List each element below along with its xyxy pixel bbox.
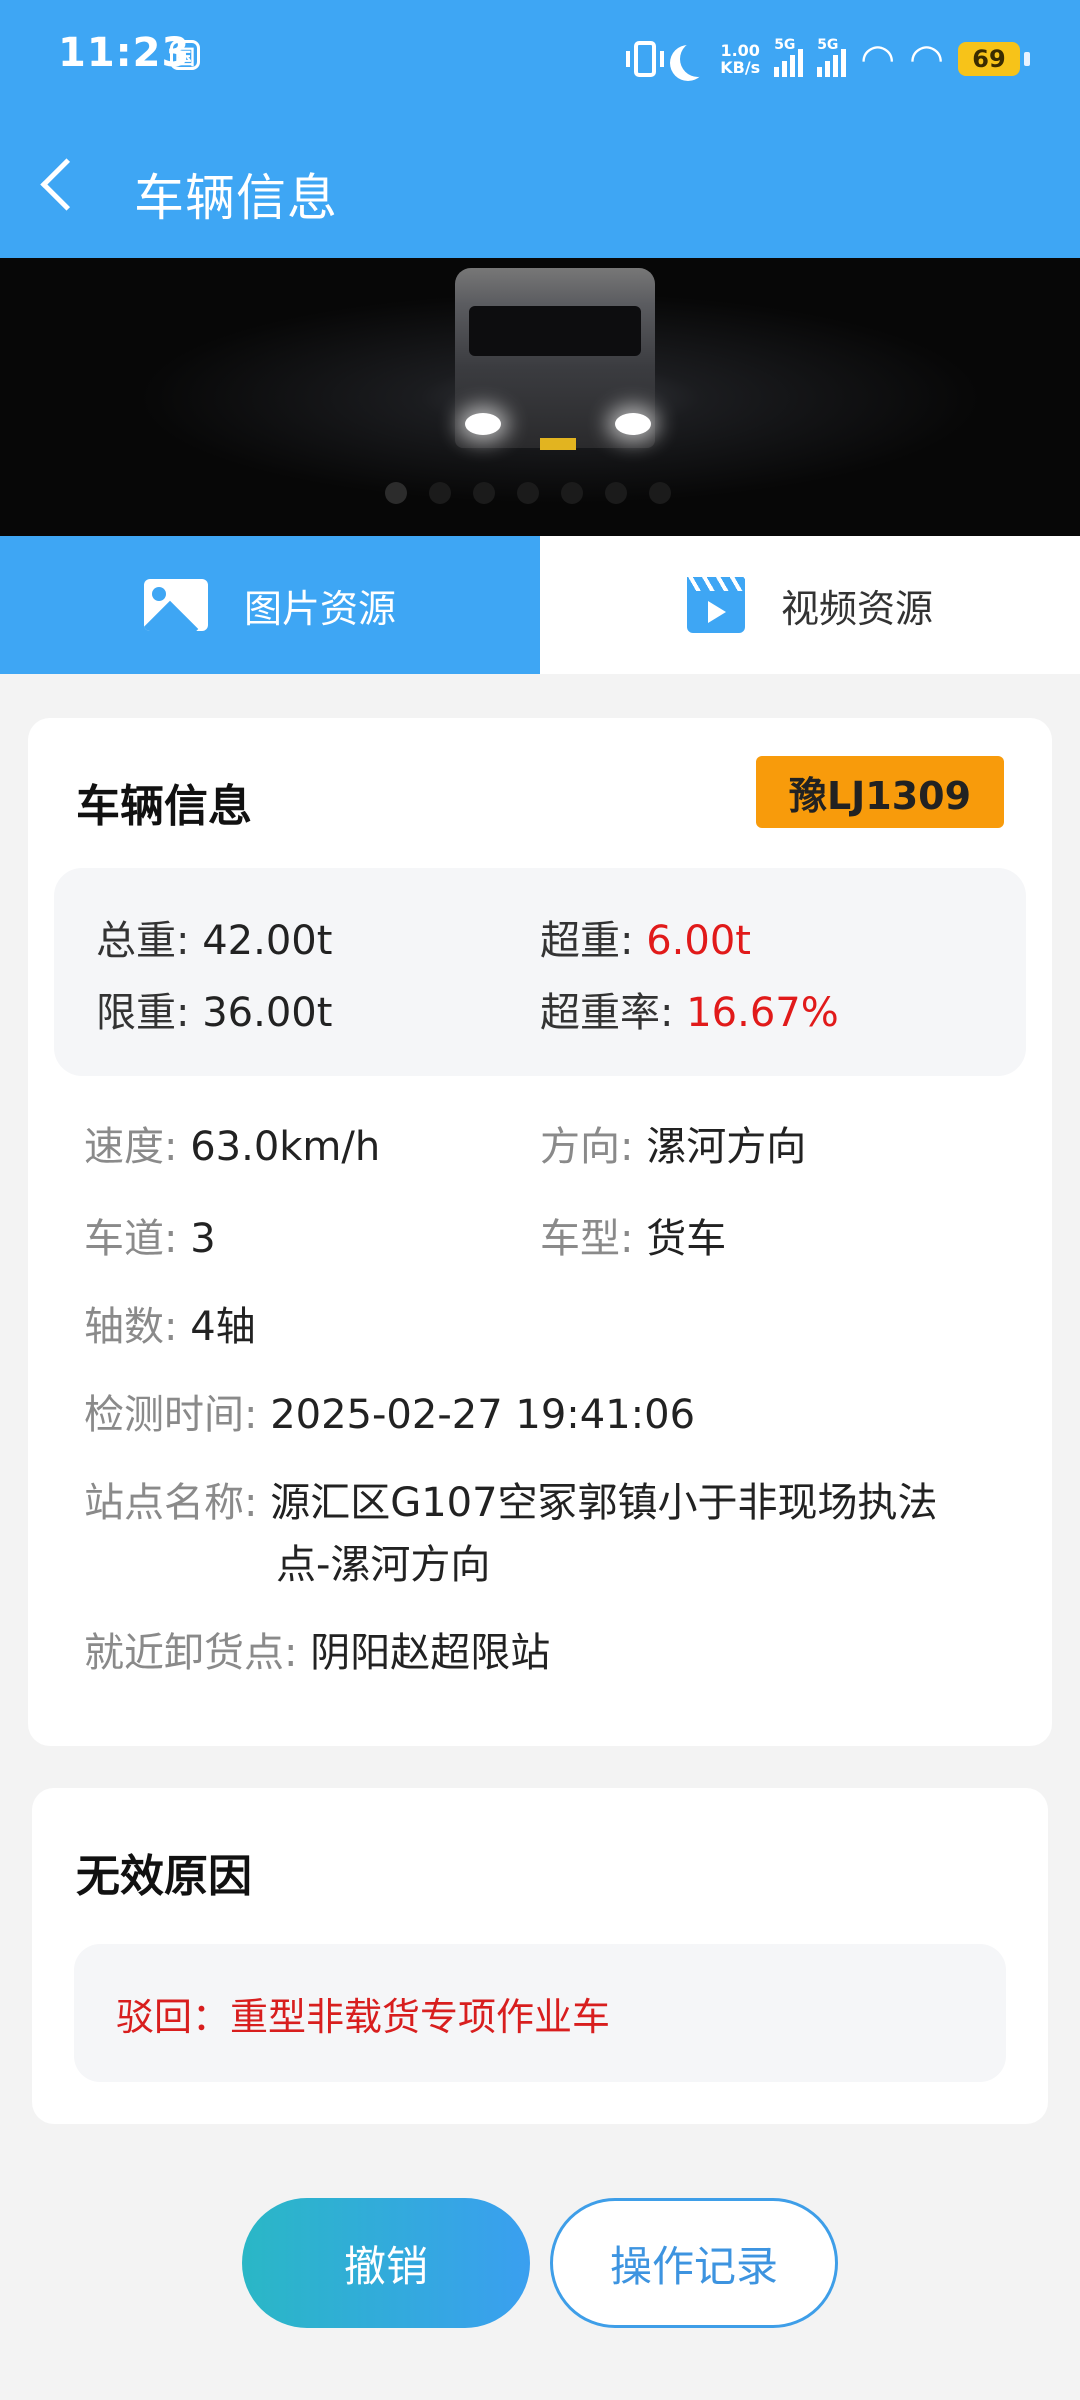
- vehicle-type: 车型: 货车: [540, 1216, 727, 1262]
- carousel-dot[interactable]: [561, 482, 583, 504]
- signal-label: 5G: [774, 37, 796, 53]
- video-icon: [686, 577, 745, 633]
- signal-label: 5G: [817, 37, 839, 53]
- headlight: [615, 413, 651, 435]
- headlight: [465, 413, 501, 435]
- carousel-dot[interactable]: [429, 482, 451, 504]
- tab-images[interactable]: 图片资源: [0, 536, 540, 674]
- axle-count: 轴数: 4轴: [84, 1304, 256, 1350]
- do-not-disturb-icon: [680, 41, 716, 77]
- nearest-unload-point: 就近卸货点: 阴阳赵超限站: [84, 1630, 551, 1676]
- vehicle-photo-carousel[interactable]: [0, 258, 1080, 536]
- carousel-dot[interactable]: [649, 482, 671, 504]
- carousel-dot[interactable]: [473, 482, 495, 504]
- detection-time: 检测时间: 2025-02-27 19:41:06: [84, 1392, 696, 1438]
- lane: 车道: 3: [84, 1216, 216, 1262]
- section-title: 车辆信息: [76, 781, 252, 832]
- invalid-reason-card: 无效原因 驳回：重型非载货专项作业车: [32, 1788, 1048, 2124]
- image-icon: [143, 579, 208, 631]
- network-speed: 1.00 KB/s: [720, 42, 760, 76]
- vibrate-icon: [626, 41, 665, 77]
- section-title: 无效原因: [76, 1851, 252, 1902]
- signal-icon: 5G: [817, 37, 847, 77]
- weight-summary: 总重: 42.00t 超重: 6.00t 限重: 36.00t 超重率: 16.…: [54, 868, 1026, 1076]
- tab-videos[interactable]: 视频资源: [540, 536, 1080, 674]
- page-title: 车辆信息: [134, 169, 338, 227]
- operation-log-button[interactable]: 操作记录: [550, 2198, 838, 2328]
- app-bar: 车辆信息: [0, 118, 1080, 258]
- status-icons: 1.00 KB/s 5G 5G ◠ ◠ 69: [626, 30, 1030, 88]
- tab-label: 图片资源: [243, 586, 396, 631]
- wifi-icon: ◠: [909, 36, 944, 82]
- revoke-button[interactable]: 撤销: [242, 2198, 530, 2328]
- carousel-dot[interactable]: [385, 482, 407, 504]
- back-arrow-icon[interactable]: [40, 158, 93, 211]
- overweight-rate: 超重率: 16.67%: [540, 990, 839, 1036]
- net-speed-value: 1.00: [720, 41, 760, 60]
- carousel-indicator: [385, 482, 671, 504]
- battery-icon: 69: [958, 42, 1030, 76]
- speed: 速度: 63.0km/h: [84, 1124, 381, 1170]
- station-name-cont: 点-漯河方向: [276, 1542, 491, 1588]
- photo-plate: [540, 438, 576, 450]
- vehicle-info-card: 车辆信息 豫LJ1309 总重: 42.00t 超重: 6.00t 限重: 36…: [28, 718, 1052, 1746]
- station-name: 站点名称: 源汇区G107空冢郭镇小于非现场执法: [84, 1480, 938, 1526]
- sim-icon: 国: [170, 40, 200, 70]
- plate-badge: 豫LJ1309: [756, 756, 1004, 828]
- wifi-icon: ◠: [860, 36, 896, 82]
- status-bar: 11:23 国 1.00 KB/s 5G 5G ◠ ◠ 69: [0, 0, 1080, 118]
- carousel-dot[interactable]: [517, 482, 539, 504]
- weight-limit: 限重: 36.00t: [96, 990, 333, 1036]
- carousel-dot[interactable]: [605, 482, 627, 504]
- media-tabs: 图片资源 视频资源: [0, 536, 1080, 674]
- direction: 方向: 漯河方向: [540, 1124, 807, 1170]
- overweight: 超重: 6.00t: [540, 918, 751, 964]
- signal-icon: 5G: [774, 37, 804, 77]
- net-speed-unit: KB/s: [720, 58, 761, 77]
- tab-label: 视频资源: [780, 586, 933, 631]
- invalid-reason: 驳回：重型非载货专项作业车: [74, 1944, 1006, 2082]
- total-weight: 总重: 42.00t: [96, 918, 333, 964]
